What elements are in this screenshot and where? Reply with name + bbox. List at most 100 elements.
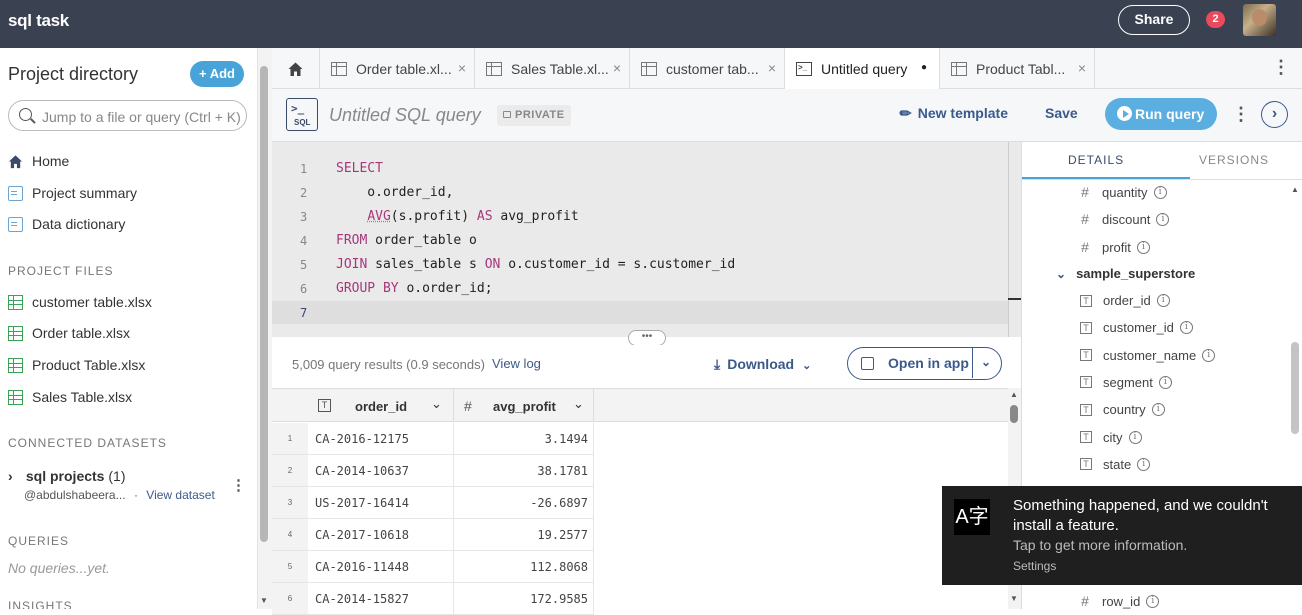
- grid-scrollbar-thumb[interactable]: [1010, 405, 1018, 423]
- dataset-item[interactable]: › sql projects (1): [8, 468, 126, 484]
- file-item[interactable]: customer table.xlsx: [8, 294, 152, 310]
- open-in-app-button[interactable]: Open in app ⌄: [847, 347, 1002, 380]
- cell-avg-profit[interactable]: 38.1781: [458, 464, 588, 478]
- info-icon[interactable]: i: [1151, 403, 1165, 417]
- system-notification[interactable]: A字 Something happened, and we couldn't i…: [942, 486, 1302, 585]
- schema-field[interactable]: Tsegment i: [1078, 375, 1172, 390]
- table-row[interactable]: 2 CA-2014-10637 38.1781: [272, 455, 594, 487]
- panel-scrollbar-thumb[interactable]: [1291, 342, 1299, 434]
- cell-avg-profit[interactable]: 172.9585: [458, 592, 588, 606]
- chevron-down-icon[interactable]: ⌄: [431, 396, 442, 412]
- code-line[interactable]: o.order_id,: [336, 185, 453, 200]
- chevron-down-icon[interactable]: ⌄: [1056, 267, 1066, 281]
- view-log-link[interactable]: View log: [492, 356, 541, 371]
- resize-handle[interactable]: •••: [628, 330, 666, 346]
- cell-order-id[interactable]: CA-2014-15827: [315, 592, 447, 606]
- more-options-icon[interactable]: ⋮: [1232, 104, 1250, 125]
- schema-field[interactable]: Torder_id i: [1078, 293, 1170, 308]
- cell-avg-profit[interactable]: -26.6897: [458, 496, 588, 510]
- private-badge[interactable]: PRIVATE: [497, 105, 571, 126]
- info-icon[interactable]: i: [1202, 348, 1216, 362]
- schema-field[interactable]: Tstate i: [1078, 457, 1151, 472]
- sidebar-scrollbar-thumb[interactable]: [260, 66, 268, 542]
- sidebar-scroll-down-icon[interactable]: ▼: [260, 596, 268, 605]
- cell-order-id[interactable]: CA-2014-10637: [315, 464, 447, 478]
- download-button[interactable]: ⤓ Download ⌄: [714, 356, 811, 373]
- file-item[interactable]: Sales Table.xlsx: [8, 389, 132, 405]
- cell-order-id[interactable]: US-2017-16414: [315, 496, 447, 510]
- info-icon[interactable]: i: [1137, 457, 1151, 471]
- column-header-avg-profit[interactable]: avg_profit: [493, 399, 556, 414]
- info-icon[interactable]: i: [1153, 185, 1167, 199]
- notification-settings[interactable]: Settings: [1013, 559, 1056, 573]
- schema-field[interactable]: Tcustomer_name i: [1078, 348, 1216, 363]
- cell-avg-profit[interactable]: 112.8068: [458, 560, 588, 574]
- info-icon[interactable]: i: [1156, 294, 1170, 307]
- tab-sales-table[interactable]: Sales Table.xl... ×: [475, 48, 630, 89]
- code-line[interactable]: SELECT: [336, 161, 383, 176]
- new-template-button[interactable]: ✎ New template: [896, 103, 1008, 123]
- file-item[interactable]: Product Table.xlsx: [8, 357, 145, 373]
- scroll-up-icon[interactable]: ▲: [1010, 390, 1018, 399]
- save-button[interactable]: Save: [1045, 105, 1078, 121]
- schema-group[interactable]: ⌄ sample_superstore: [1056, 266, 1195, 281]
- chevron-right-icon[interactable]: ›: [1261, 101, 1288, 128]
- file-search-input[interactable]: Jump to a file or query (Ctrl + K): [8, 100, 247, 131]
- user-avatar[interactable]: [1243, 4, 1276, 36]
- view-dataset-link[interactable]: View dataset: [146, 488, 215, 502]
- tab-untitled-query[interactable]: >_ Untitled query ●: [785, 48, 940, 90]
- app-title[interactable]: sql task: [8, 11, 69, 31]
- cell-avg-profit[interactable]: 3.1494: [458, 432, 588, 446]
- chevron-down-icon[interactable]: ⌄: [981, 347, 991, 377]
- tab-versions[interactable]: VERSIONS: [1199, 153, 1269, 167]
- code-line[interactable]: FROM order_table o: [336, 233, 477, 248]
- cell-avg-profit[interactable]: 19.2577: [458, 528, 588, 542]
- file-item[interactable]: Order table.xlsx: [8, 325, 130, 341]
- schema-field[interactable]: # discount i: [1078, 211, 1170, 227]
- column-header-order-id[interactable]: order_id: [355, 399, 407, 414]
- close-icon[interactable]: ×: [1078, 60, 1086, 76]
- schema-field[interactable]: Tcountry i: [1078, 402, 1165, 417]
- add-button[interactable]: + Add: [190, 61, 244, 87]
- run-query-button[interactable]: Run query: [1105, 98, 1217, 130]
- chevron-down-icon[interactable]: ⌄: [573, 396, 584, 412]
- sidebar-item-data-dictionary[interactable]: Data dictionary: [8, 216, 125, 232]
- close-icon[interactable]: ×: [613, 60, 621, 76]
- sidebar-item-home[interactable]: Home: [8, 153, 69, 169]
- cell-order-id[interactable]: CA-2016-12175: [315, 432, 447, 446]
- tab-customer-table[interactable]: customer tab... ×: [630, 48, 785, 89]
- info-icon[interactable]: i: [1136, 240, 1150, 254]
- info-icon[interactable]: i: [1179, 321, 1193, 335]
- tab-product-table[interactable]: Product Tabl... ×: [940, 48, 1095, 89]
- scroll-down-icon[interactable]: ▼: [1010, 594, 1018, 603]
- cell-order-id[interactable]: CA-2017-10618: [315, 528, 447, 542]
- table-row[interactable]: 1 CA-2016-12175 3.1494: [272, 423, 594, 455]
- schema-field[interactable]: # quantity i: [1078, 184, 1167, 200]
- panel-scroll-up-icon[interactable]: ▲: [1291, 185, 1299, 194]
- info-icon[interactable]: i: [1146, 594, 1160, 608]
- schema-field[interactable]: Tcustomer_id i: [1078, 320, 1193, 335]
- unsaved-dot-icon[interactable]: ●: [921, 62, 927, 73]
- code-line[interactable]: GROUP BY o.order_id;: [336, 281, 493, 296]
- tab-order-table[interactable]: Order table.xl... ×: [320, 48, 475, 89]
- query-title[interactable]: Untitled SQL query: [329, 105, 481, 126]
- table-row[interactable]: 3 US-2017-16414 -26.6897: [272, 487, 594, 519]
- table-row[interactable]: 4 CA-2017-10618 19.2577: [272, 519, 594, 551]
- notification-badge[interactable]: 2: [1206, 11, 1225, 28]
- share-button[interactable]: Share: [1118, 5, 1190, 35]
- chevron-right-icon[interactable]: ›: [8, 468, 16, 484]
- tab-details[interactable]: DETAILS: [1021, 153, 1191, 179]
- code-line[interactable]: AVG(s.profit) AS avg_profit: [336, 209, 578, 224]
- cell-order-id[interactable]: CA-2016-11448: [315, 560, 447, 574]
- info-icon[interactable]: i: [1128, 430, 1142, 444]
- sidebar-item-project-summary[interactable]: Project summary: [8, 185, 137, 201]
- table-row[interactable]: 6 CA-2014-15827 172.9585: [272, 583, 594, 615]
- tabs-menu-icon[interactable]: ⋮: [1272, 57, 1290, 78]
- home-tab[interactable]: [272, 48, 320, 89]
- dataset-menu-icon[interactable]: ⋮: [231, 476, 246, 494]
- info-icon[interactable]: i: [1158, 375, 1172, 389]
- table-row[interactable]: 5 CA-2016-11448 112.8068: [272, 551, 594, 583]
- close-icon[interactable]: ×: [458, 60, 466, 76]
- schema-field[interactable]: # profit i: [1078, 239, 1150, 255]
- code-line[interactable]: JOIN sales_table s ON o.customer_id = s.…: [336, 257, 735, 272]
